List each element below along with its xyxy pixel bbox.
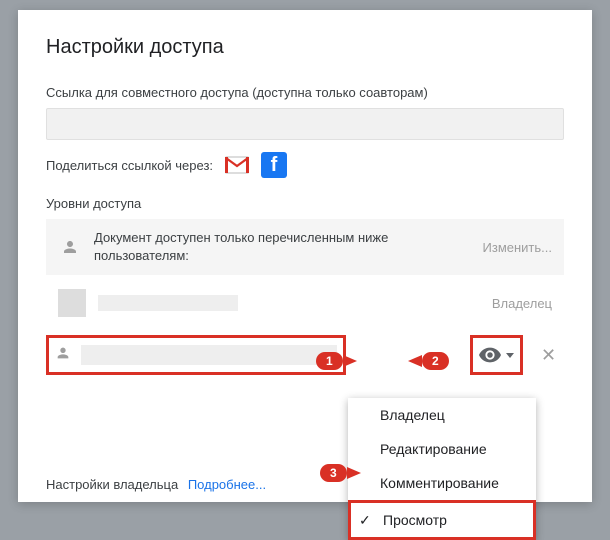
visibility-row: Документ доступен только перечисленным н… (46, 219, 564, 275)
callout-2: 2 (408, 352, 449, 370)
owner-name-redacted (98, 295, 238, 311)
add-people-row: ✕ (46, 329, 564, 381)
access-levels-label: Уровни доступа (46, 196, 564, 211)
chevron-down-icon (506, 353, 514, 358)
owner-role-label: Владелец (492, 296, 552, 311)
check-icon: ✓ (359, 512, 371, 529)
facebook-icon[interactable]: f (261, 152, 287, 178)
share-link-field[interactable] (46, 108, 564, 140)
permission-dropdown-menu: Владелец Редактирование Комментирование … (348, 398, 536, 540)
gmail-icon[interactable] (225, 156, 249, 174)
visibility-text: Документ доступен только перечисленным н… (94, 229, 483, 265)
menu-item-comment[interactable]: Комментирование (348, 466, 536, 500)
menu-item-edit[interactable]: Редактирование (348, 432, 536, 466)
callout-3: 3 (320, 464, 361, 482)
change-link[interactable]: Изменить... (483, 240, 552, 255)
avatar (58, 289, 86, 317)
share-via-label: Поделиться ссылкой через: (46, 158, 213, 173)
dialog-title: Настройки доступа (46, 36, 564, 59)
permission-dropdown-button[interactable] (470, 335, 523, 375)
callout-1: 1 (316, 352, 357, 370)
person-icon (58, 235, 82, 259)
people-input-field[interactable] (81, 345, 337, 365)
remove-button[interactable]: ✕ (541, 345, 556, 366)
menu-item-view[interactable]: ✓ Просмотр (348, 500, 536, 540)
owner-settings-footer: Настройки владельца Подробнее... (46, 477, 266, 492)
menu-item-owner[interactable]: Владелец (348, 398, 536, 432)
learn-more-link[interactable]: Подробнее... (188, 477, 266, 492)
owner-row: Владелец (46, 277, 564, 329)
add-people-input[interactable] (46, 335, 346, 375)
link-label: Ссылка для совместного доступа (доступна… (46, 85, 564, 100)
eye-icon (479, 347, 501, 363)
person-icon (55, 345, 73, 366)
